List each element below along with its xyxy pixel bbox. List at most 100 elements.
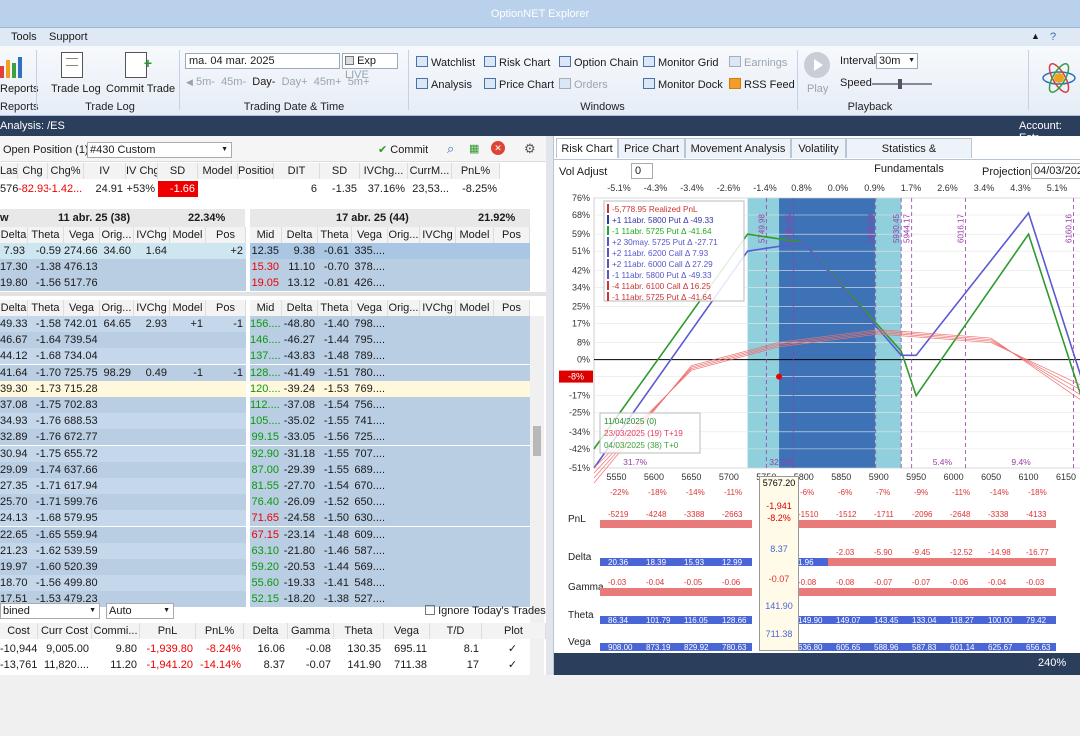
chain-row[interactable]: 30.94 -1.75 655.72 92.90 -31.18 -1.55 707.... [0,445,530,462]
tab-volatility[interactable]: Volatility [791,138,846,158]
option-chain-button[interactable]: Option Chain [559,56,638,69]
chain-row[interactable]: 34.93 -1.76 688.53 105.... -35.02 -1.55 741...… [0,413,530,430]
totals-row[interactable]: -10,944... 9,005.00 9.80 -1,939.80 -8.24% 16.… [0,641,546,657]
orders-button[interactable]: Orders [559,78,608,91]
play-icon[interactable] [804,52,830,78]
auto-select[interactable]: Auto ▼ [106,603,174,619]
chain-cell: -29.39 [282,461,318,478]
combine-select[interactable]: bined ▼ [0,603,100,619]
chain-cell [170,559,206,575]
monitor-grid-button[interactable]: Monitor Grid [643,56,719,69]
ignore-trades-checkbox[interactable]: Ignore Today's Trades [425,605,546,617]
splitter[interactable] [0,292,546,296]
chain-row[interactable]: 27.35 -1.71 617.94 81.55 -27.70 -1.54 670.... [0,478,530,494]
projection-date-input[interactable]: 04/03/2025 [1031,163,1080,179]
step-5m-back[interactable]: 5m- [196,76,215,88]
rss-feed-button[interactable]: RSS Feed [729,78,795,91]
monitor-dock-button[interactable]: Monitor Dock [643,78,723,91]
chain-cell: 789.... [352,348,388,365]
greek-value: 587.83 [912,643,937,652]
trade-log-icon[interactable] [61,52,83,78]
trade-log-button[interactable]: Trade Log [51,83,101,95]
chain-cell: -1.58 [28,316,64,332]
totals-row[interactable]: -13,761... 11,820.... 11.20 -1,941.20 -14.14… [0,657,546,673]
chain-row[interactable]: 44.12 -1.68 734.04 137.... -43.83 -1.48 789...… [0,348,530,365]
chain-row[interactable]: 24.13 -1.68 579.95 71.65 -24.58 -1.50 630.... [0,510,530,527]
expiration-live-toggle[interactable]: Exp LIVE [342,53,398,81]
plot-checkbox[interactable]: ✓ [482,641,546,657]
chain-cell [100,542,134,559]
step-day-forward[interactable]: Day+ [282,76,308,88]
price-chart-button[interactable]: Price Chart [484,78,554,91]
chain-row[interactable]: 41.64 -1.70 725.75 98.29 0.49 -1 -1 128.... -41.… [0,364,530,381]
interval-select[interactable]: 30m ▼ [876,53,918,69]
risk-chart[interactable]: 76% 68% 59% 51% 42% 34% 25% 17% 8% 0% -8% -17% -25% -… [554,181,1080,486]
chain-column-header: Vega [352,227,388,243]
close-icon[interactable]: ✕ [491,141,505,155]
grid-export-icon[interactable]: ▦ [469,142,479,155]
plot-checkbox[interactable]: ✓ [482,657,546,673]
collapse-ribbon-icon[interactable]: ▲ [1031,31,1040,41]
greek-pnl-pct: -6% [800,488,815,497]
chain-cell: 520.39 [64,559,100,575]
step-45m-back[interactable]: 45m- [221,76,246,88]
greek-bar [904,588,942,596]
commit-trade-button[interactable]: Commit Trade [106,83,175,95]
menu-tools[interactable]: Tools [11,31,37,43]
chain-cell: 756.... [352,397,388,413]
chain-row[interactable]: 19.97 -1.60 520.39 59.20 -20.53 -1.44 569.... [0,559,530,575]
chain-row[interactable]: 29.09 -1.74 637.66 87.00 -29.39 -1.55 689.... [0,461,530,478]
tab-price-chart[interactable]: Price Chart [618,138,685,158]
ribbon: Reports Reports Trade Log + Commit Trade… [0,46,1080,116]
totals-cell: 711.38 [394,659,427,671]
chain-row[interactable]: 7.93 -0.59 274.66 34.60 1.64 +2 12.35 9.38 -0.61… [0,243,530,259]
chain-row[interactable]: 22.65 -1.65 559.94 67.15 -23.14 -1.48 609.... [0,526,530,543]
chain-row[interactable]: 17.30 -1.38 476.13 15.30 11.10 -0.70 378.... [0,259,530,275]
risk-chart-button[interactable]: Risk Chart [484,56,550,69]
chain-cell [100,478,134,494]
chain-column-header: Orig... [100,300,134,316]
play-button[interactable]: Play [807,83,828,95]
search-icon[interactable]: ⌕ [447,141,454,157]
chain-scrollbar[interactable] [530,316,544,736]
commit-button[interactable]: ✔ Commit [378,143,428,156]
chain-cell: 734.04 [64,348,100,365]
chain-row[interactable]: 21.23 -1.62 539.59 63.10 -21.80 -1.46 587.... [0,542,530,559]
commit-trade-icon[interactable]: + [125,52,152,78]
chain-cell [100,348,134,365]
trading-date-input[interactable]: ma. 04 mar. 2025 [185,53,340,69]
speed-slider[interactable] [872,79,932,89]
chain-row[interactable]: 19.80 -1.56 517.76 19.05 13.12 -0.81 426.... [0,275,530,291]
chain-row[interactable]: 39.30 -1.73 715.28 120.... -39.24 -1.53 769...… [0,380,530,397]
watchlist-button[interactable]: Watchlist [416,56,475,69]
chain-cell: -1.60 [28,559,64,575]
chain-cell [170,259,206,275]
tab-movement-analysis[interactable]: Movement Analysis [685,138,791,158]
chain-row[interactable]: 25.70 -1.71 599.76 76.40 -26.09 -1.52 650.... [0,494,530,511]
step-5m-forward[interactable]: 5m+ [348,76,370,88]
reports-icon[interactable] [0,54,24,78]
step-45m-forward[interactable]: 45m+ [314,76,342,88]
greek-value: -3338 [988,510,1009,519]
tab-risk-chart[interactable]: Risk Chart [556,138,618,158]
step-day-back[interactable]: Day- [252,76,275,88]
vol-adjust-input[interactable]: 0 [631,163,653,179]
chain-row[interactable]: 37.08 -1.75 702.83 112.... -37.08 -1.54 756...… [0,397,530,413]
greek-value: -0.03 [608,578,627,587]
position-select[interactable]: #430 Custom ▼ [87,142,232,158]
menu-support[interactable]: Support [49,31,88,43]
chain-row[interactable]: 32.89 -1.76 672.77 99.15 -33.05 -1.56 725.... [0,429,530,446]
chain-header-row: Delta Theta Vega Orig... IVChg Model Pos Mid Del… [0,300,530,316]
help-icon[interactable]: ? [1050,31,1056,43]
earnings-button[interactable]: Earnings [729,56,787,69]
tab-statistics[interactable]: Statistics & Fundamentals [846,138,972,175]
summary-value: -1.42... [48,183,83,195]
chain-row[interactable]: 18.70 -1.56 499.80 55.60 -19.33 -1.41 548.... [0,575,530,592]
title-bar: OptionNET Explorer [0,0,1080,28]
chain-row[interactable]: 49.33 -1.58 742.01 64.65 2.93 +1 -1 156.... -48.… [0,316,530,332]
panel-splitter[interactable] [546,136,553,675]
chain-row[interactable]: 46.67 -1.64 739.54 146.... -46.27 -1.44 795...… [0,332,530,349]
gear-icon[interactable]: ⚙ [524,141,536,157]
analysis-button[interactable]: Analysis [416,78,472,91]
reports-button[interactable]: Reports [0,83,39,95]
